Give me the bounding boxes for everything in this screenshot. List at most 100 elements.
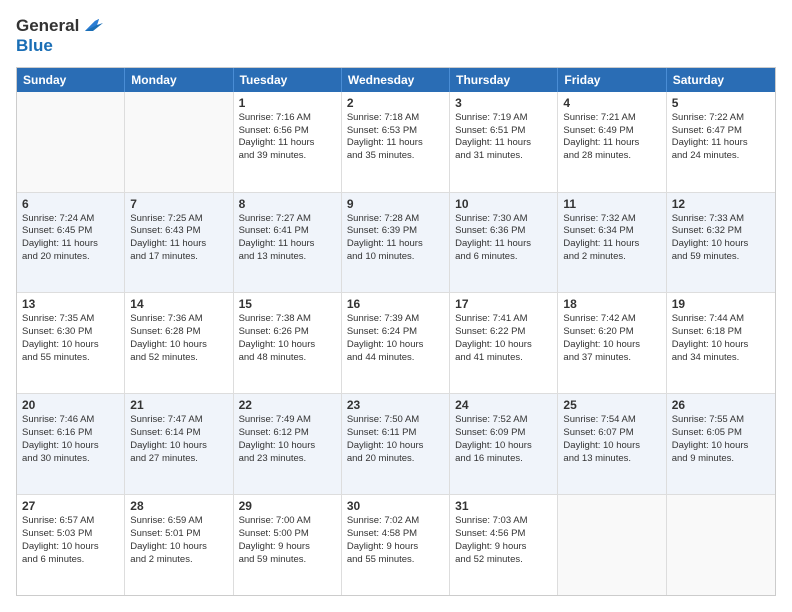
cell-line: Sunrise: 7:42 AM — [563, 313, 660, 326]
cell-line: Sunrise: 7:52 AM — [455, 414, 552, 427]
day-number: 26 — [672, 398, 770, 412]
cell-line: Sunrise: 7:19 AM — [455, 112, 552, 125]
day-number: 14 — [130, 297, 227, 311]
calendar-cell — [17, 92, 125, 192]
day-number: 19 — [672, 297, 770, 311]
calendar-cell: 19 Sunrise: 7:44 AMSunset: 6:18 PMDayligh… — [667, 293, 775, 393]
cell-line: and 10 minutes. — [347, 251, 444, 264]
cell-line: Daylight: 11 hours — [455, 238, 552, 251]
cell-line: and 20 minutes. — [22, 251, 119, 264]
cell-line: Daylight: 11 hours — [239, 137, 336, 150]
cell-line: Daylight: 11 hours — [563, 137, 660, 150]
header-cell-monday: Monday — [125, 68, 233, 92]
cell-line: Sunrise: 7:38 AM — [239, 313, 336, 326]
cell-line: Sunset: 6:36 PM — [455, 225, 552, 238]
cell-line: Sunset: 6:41 PM — [239, 225, 336, 238]
cell-line: and 41 minutes. — [455, 352, 552, 365]
cell-line: Daylight: 9 hours — [347, 541, 444, 554]
cell-line: Sunrise: 7:33 AM — [672, 213, 770, 226]
cell-line: Sunrise: 7:22 AM — [672, 112, 770, 125]
cell-line: Sunrise: 7:50 AM — [347, 414, 444, 427]
day-number: 9 — [347, 197, 444, 211]
cell-line: Sunrise: 7:41 AM — [455, 313, 552, 326]
cell-line: Sunrise: 7:39 AM — [347, 313, 444, 326]
cell-line: and 55 minutes. — [347, 554, 444, 567]
calendar-cell: 28Sunrise: 6:59 AMSunset: 5:01 PMDayligh… — [125, 495, 233, 595]
day-number: 27 — [22, 499, 119, 513]
cell-line: Sunrise: 7:44 AM — [672, 313, 770, 326]
calendar-cell: 29Sunrise: 7:00 AMSunset: 5:00 PMDayligh… — [234, 495, 342, 595]
cell-line: and 31 minutes. — [455, 150, 552, 163]
calendar-cell: 14Sunrise: 7:36 AMSunset: 6:28 PMDayligh… — [125, 293, 233, 393]
cell-line: Sunrise: 7:49 AM — [239, 414, 336, 427]
cell-line: and 52 minutes. — [455, 554, 552, 567]
day-number: 29 — [239, 499, 336, 513]
cell-line: and 24 minutes. — [672, 150, 770, 163]
calendar-cell: 24Sunrise: 7:52 AMSunset: 6:09 PMDayligh… — [450, 394, 558, 494]
cell-line: Sunrise: 7:02 AM — [347, 515, 444, 528]
cell-line: Sunset: 5:00 PM — [239, 528, 336, 541]
cell-line: Sunset: 4:56 PM — [455, 528, 552, 541]
day-number: 6 — [22, 197, 119, 211]
cell-line: Sunset: 6:18 PM — [672, 326, 770, 339]
cell-line: Sunrise: 7:21 AM — [563, 112, 660, 125]
calendar-body: 1Sunrise: 7:16 AMSunset: 6:56 PMDaylight… — [17, 92, 775, 595]
cell-line: Daylight: 10 hours — [347, 339, 444, 352]
cell-line: and 28 minutes. — [563, 150, 660, 163]
calendar-row-4: 27Sunrise: 6:57 AMSunset: 5:03 PMDayligh… — [17, 495, 775, 595]
calendar-cell: 20Sunrise: 7:46 AMSunset: 6:16 PMDayligh… — [17, 394, 125, 494]
cell-line: Sunrise: 7:36 AM — [130, 313, 227, 326]
cell-line: and 39 minutes. — [239, 150, 336, 163]
day-number: 10 — [455, 197, 552, 211]
cell-line: and 48 minutes. — [239, 352, 336, 365]
calendar-cell: 7Sunrise: 7:25 AMSunset: 6:43 PMDaylight… — [125, 193, 233, 293]
cell-line: and 13 minutes. — [239, 251, 336, 264]
day-number: 4 — [563, 96, 660, 110]
day-number: 23 — [347, 398, 444, 412]
day-number: 18 — [563, 297, 660, 311]
cell-line: Sunrise: 7:18 AM — [347, 112, 444, 125]
cell-line: Daylight: 10 hours — [672, 440, 770, 453]
cell-line: Sunset: 6:32 PM — [672, 225, 770, 238]
cell-line: Daylight: 10 hours — [672, 339, 770, 352]
day-number: 11 — [563, 197, 660, 211]
cell-line: Sunset: 5:03 PM — [22, 528, 119, 541]
cell-line: Daylight: 10 hours — [563, 339, 660, 352]
calendar-row-2: 13Sunrise: 7:35 AMSunset: 6:30 PMDayligh… — [17, 293, 775, 394]
day-number: 13 — [22, 297, 119, 311]
cell-line: Sunset: 6:53 PM — [347, 125, 444, 138]
day-number: 15 — [239, 297, 336, 311]
day-number: 16 — [347, 297, 444, 311]
cell-line: Sunset: 6:34 PM — [563, 225, 660, 238]
cell-line: Sunset: 5:01 PM — [130, 528, 227, 541]
cell-line: Daylight: 11 hours — [347, 137, 444, 150]
calendar-cell — [667, 495, 775, 595]
calendar-cell: 17Sunrise: 7:41 AMSunset: 6:22 PMDayligh… — [450, 293, 558, 393]
cell-line: and 34 minutes. — [672, 352, 770, 365]
cell-line: and 20 minutes. — [347, 453, 444, 466]
day-number: 8 — [239, 197, 336, 211]
cell-line: Sunset: 6:49 PM — [563, 125, 660, 138]
day-number: 31 — [455, 499, 552, 513]
calendar-cell: 30Sunrise: 7:02 AMSunset: 4:58 PMDayligh… — [342, 495, 450, 595]
calendar-cell: 11Sunrise: 7:32 AMSunset: 6:34 PMDayligh… — [558, 193, 666, 293]
logo-general: General — [16, 16, 79, 36]
cell-line: Sunset: 6:39 PM — [347, 225, 444, 238]
cell-line: Sunrise: 7:16 AM — [239, 112, 336, 125]
calendar-row-1: 6Sunrise: 7:24 AMSunset: 6:45 PMDaylight… — [17, 193, 775, 294]
cell-line: Daylight: 11 hours — [22, 238, 119, 251]
cell-line: Sunrise: 7:55 AM — [672, 414, 770, 427]
cell-line: Sunrise: 7:30 AM — [455, 213, 552, 226]
cell-line: Sunset: 6:51 PM — [455, 125, 552, 138]
cell-line: Sunset: 6:11 PM — [347, 427, 444, 440]
calendar-cell: 18Sunrise: 7:42 AMSunset: 6:20 PMDayligh… — [558, 293, 666, 393]
cell-line: Sunset: 6:28 PM — [130, 326, 227, 339]
calendar-header: SundayMondayTuesdayWednesdayThursdayFrid… — [17, 68, 775, 92]
cell-line: Sunset: 6:09 PM — [455, 427, 552, 440]
cell-line: and 6 minutes. — [22, 554, 119, 567]
calendar-row-3: 20Sunrise: 7:46 AMSunset: 6:16 PMDayligh… — [17, 394, 775, 495]
cell-line: Daylight: 10 hours — [22, 541, 119, 554]
cell-line: Daylight: 11 hours — [130, 238, 227, 251]
cell-line: Daylight: 9 hours — [239, 541, 336, 554]
cell-line: and 52 minutes. — [130, 352, 227, 365]
